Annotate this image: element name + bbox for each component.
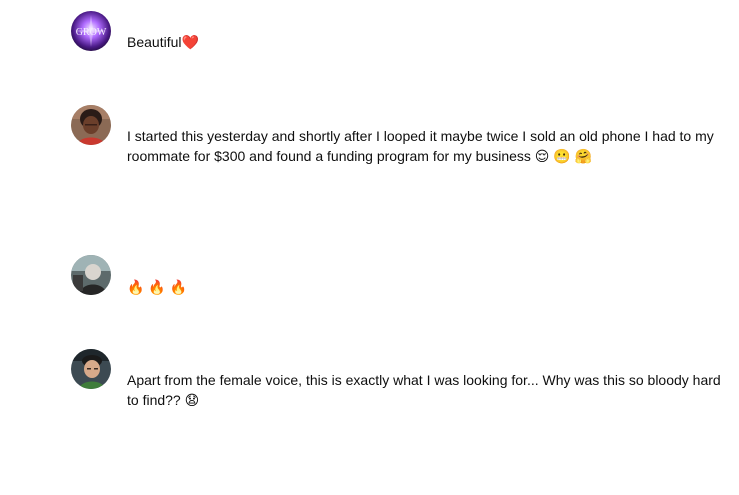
user-photo-avatar-icon — [71, 255, 111, 295]
user-photo-avatar-icon — [71, 349, 111, 389]
comment-text: Beautiful❤️ — [127, 34, 199, 50]
avatar[interactable]: GROW — [71, 11, 111, 51]
comment-text: I started this yesterday and shortly aft… — [127, 128, 714, 164]
svg-text:GROW: GROW — [76, 27, 107, 38]
avatar[interactable] — [71, 105, 111, 145]
avatar[interactable] — [71, 255, 111, 295]
avatar[interactable] — [71, 349, 111, 389]
grow-logo-avatar-icon: GROW — [71, 11, 111, 51]
user-photo-avatar-icon — [71, 105, 111, 145]
comment-text: 🔥 🔥 🔥 — [127, 279, 188, 295]
comment-text: Apart from the female voice, this is exa… — [127, 372, 721, 408]
